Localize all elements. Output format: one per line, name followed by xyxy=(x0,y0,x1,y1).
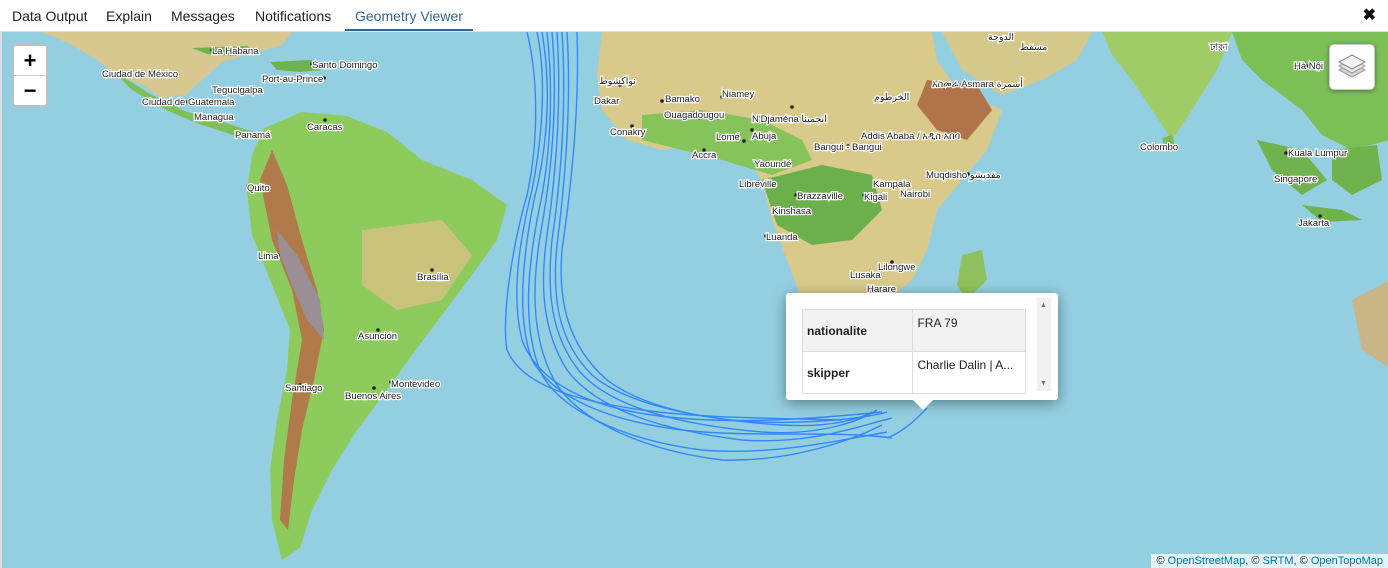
city-label: Santiago xyxy=(285,383,323,394)
city-label: Singapore xyxy=(1274,174,1317,185)
tab-notifications[interactable]: Notifications xyxy=(255,0,331,31)
tab-geometry-viewer[interactable]: Geometry Viewer xyxy=(345,0,473,31)
property-key: skipper xyxy=(801,351,914,394)
city-label: Brazzaville xyxy=(797,191,843,202)
city-label: Accra xyxy=(692,150,717,161)
city-label: N'Djaména انجمينا xyxy=(752,114,827,125)
tab-messages[interactable]: Messages xyxy=(171,0,235,31)
city-label: Asunción xyxy=(358,331,397,342)
city-label: Colombo xyxy=(1140,142,1178,153)
city-label: Kuala Lumpur xyxy=(1288,148,1347,159)
city-label: Conakry xyxy=(610,127,646,138)
city-label: Ciudad de Guatemala xyxy=(142,97,235,108)
layers-icon xyxy=(1337,54,1367,78)
city-label: Kinshasa xyxy=(772,206,812,217)
city-label: Lomé xyxy=(716,132,740,143)
city-dot xyxy=(372,386,376,390)
city-label: مسقط xyxy=(1020,42,1047,53)
table-row: skipper Charlie Dalin | A... xyxy=(801,351,1026,394)
zoom-in-button[interactable]: + xyxy=(14,46,46,75)
close-icon[interactable]: ✖ xyxy=(1363,6,1376,26)
property-key: nationalite xyxy=(801,309,914,352)
city-dot xyxy=(742,139,746,143)
layers-button[interactable] xyxy=(1329,44,1375,90)
city-label: Montevideo xyxy=(391,379,440,390)
city-label: الدوحة xyxy=(988,32,1014,43)
city-label: Dakar xyxy=(594,96,619,107)
scroll-down-icon[interactable]: ▼ xyxy=(1040,380,1047,387)
city-label: Abuja xyxy=(752,131,777,142)
city-label: Port-au-Prince xyxy=(262,74,323,85)
city-label: Nairobi xyxy=(900,189,930,200)
opentopomap-link[interactable]: OpenTopoMap xyxy=(1311,555,1383,567)
zoom-out-button[interactable]: − xyxy=(14,76,46,105)
city-label: Brasília xyxy=(417,272,449,283)
popup-scrollbar[interactable]: ▲ ▼ xyxy=(1037,298,1051,391)
city-label: Tegucigalpa xyxy=(212,85,263,96)
city-label: Lilongwe xyxy=(878,262,916,273)
city-label: Addis Ababa / አዲስ አበባ xyxy=(861,131,961,142)
city-label: Managua xyxy=(194,112,234,123)
popup-tip xyxy=(913,400,933,410)
city-label: Buenos Aires xyxy=(345,391,401,402)
map-canvas[interactable]: La Habana Santo Domingo Ciudad de México… xyxy=(0,32,1388,568)
basemap: La Habana Santo Domingo Ciudad de México… xyxy=(42,32,1388,560)
tab-bar: Data Output Explain Messages Notificatio… xyxy=(0,0,1388,32)
table-row: nationalite FRA 79 xyxy=(801,309,1026,352)
city-label: Ouagadougou xyxy=(664,110,724,121)
property-value: FRA 79 xyxy=(912,309,1026,352)
srtm-link[interactable]: SRTM xyxy=(1263,555,1294,567)
city-label: La Habana xyxy=(212,46,259,57)
australia-edge xyxy=(1352,281,1388,367)
city-label: አስመራ Asmara أسمرة xyxy=(932,77,1023,90)
city-dot xyxy=(660,99,664,103)
city-label: Lusaka xyxy=(850,270,881,281)
city-label: ঢাকা xyxy=(1209,42,1229,53)
city-label: Ciudad de México xyxy=(102,69,178,80)
city-label: Bamako xyxy=(665,94,700,105)
attribution-text: , © xyxy=(1293,555,1311,567)
city-label: نواكشوط xyxy=(599,76,636,87)
feature-popup: nationalite FRA 79 skipper Charlie Dalin… xyxy=(786,293,1058,400)
city-label: Luanda xyxy=(766,232,798,243)
city-dot xyxy=(790,105,794,109)
attribution-text: © xyxy=(1156,555,1168,567)
city-label: Libreville xyxy=(739,179,777,190)
track-line xyxy=(886,407,928,439)
attribution-text: , © xyxy=(1245,555,1263,567)
city-label: Niamey xyxy=(722,89,754,100)
city-label: Bangui - Bangui xyxy=(814,142,882,153)
property-value: Charlie Dalin | A... xyxy=(912,351,1026,394)
city-label: Hà Nội xyxy=(1294,61,1323,72)
city-label: الخرطوم xyxy=(874,92,909,103)
scroll-up-icon[interactable]: ▲ xyxy=(1040,302,1047,309)
city-label: Caracas xyxy=(307,122,343,133)
map-attribution: © OpenStreetMap, © SRTM, © OpenTopoMap xyxy=(1151,554,1388,568)
city-label: Muqdisho مقديشو xyxy=(926,170,1001,181)
city-label: Jakarta xyxy=(1298,218,1330,229)
osm-link[interactable]: OpenStreetMap xyxy=(1168,555,1246,567)
city-label: Santo Domingo xyxy=(312,60,377,71)
city-label: Panamá xyxy=(235,130,271,141)
city-label: Kigali xyxy=(864,192,887,203)
tab-data-output[interactable]: Data Output xyxy=(12,0,88,31)
city-label: Lima xyxy=(258,251,279,262)
zoom-control: + − xyxy=(12,44,48,107)
tab-explain[interactable]: Explain xyxy=(106,0,152,31)
city-label: Quito xyxy=(247,183,270,194)
popup-table: nationalite FRA 79 skipper Charlie Dalin… xyxy=(801,309,1026,394)
city-label: Yaoundé xyxy=(754,159,791,170)
